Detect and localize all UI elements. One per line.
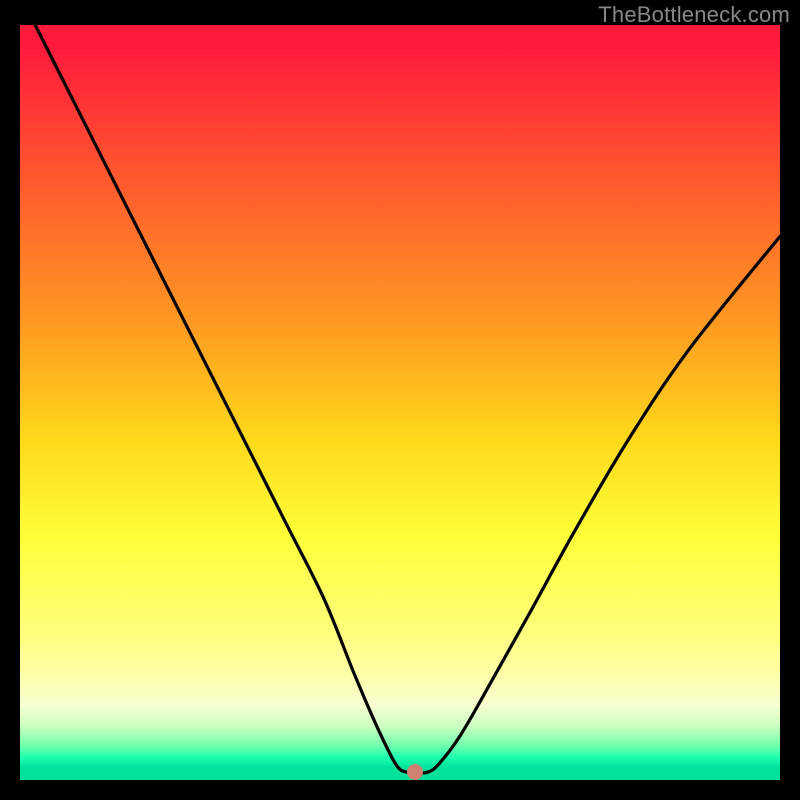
bottleneck-curve (35, 25, 780, 773)
marker-dot (407, 764, 423, 780)
watermark-text: TheBottleneck.com (598, 2, 790, 28)
curve-layer (20, 25, 780, 780)
plot-area (20, 25, 780, 780)
chart-frame: TheBottleneck.com (0, 0, 800, 800)
